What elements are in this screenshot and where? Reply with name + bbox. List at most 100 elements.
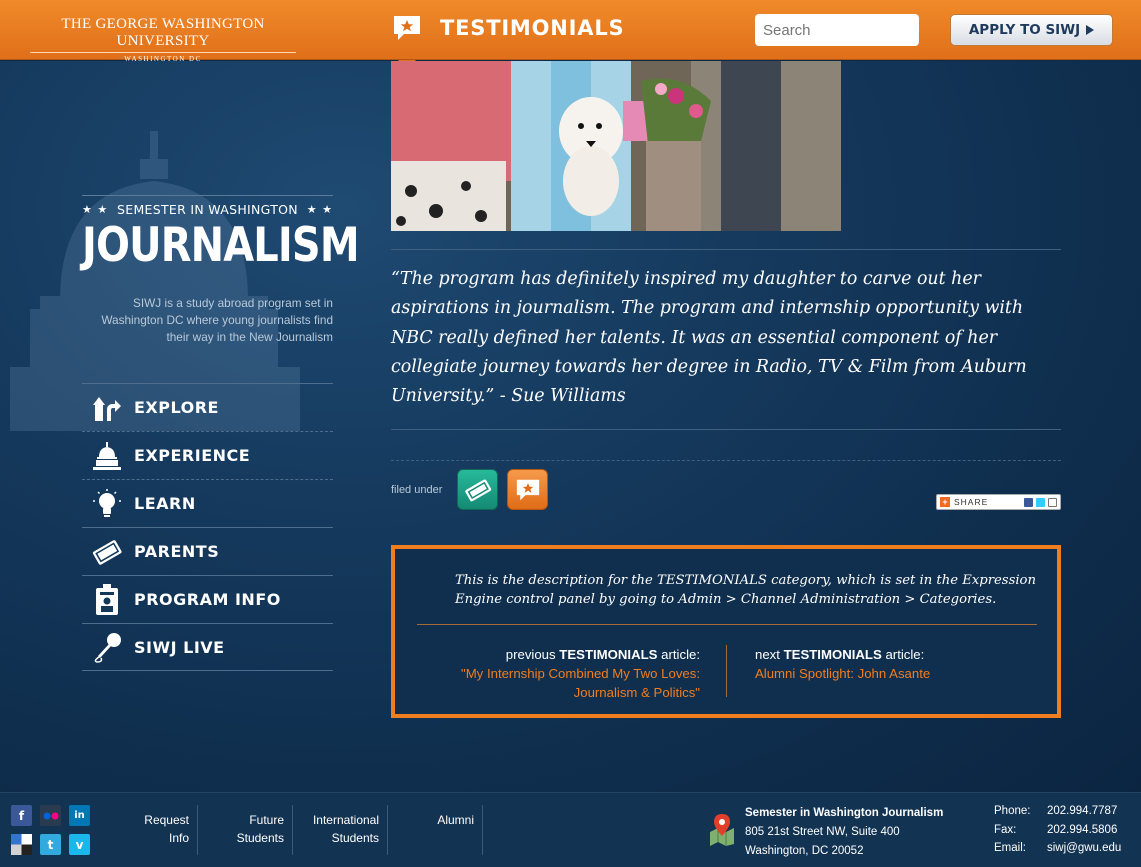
divider <box>82 195 333 196</box>
nav-label: PARENTS <box>134 542 220 561</box>
footer-link-line: International <box>312 813 379 827</box>
sidebar-branding: ★ ★ SEMESTER IN WASHINGTON ★ ★ JOURNALIS… <box>82 195 360 346</box>
linkedin-icon[interactable]: in <box>69 805 90 826</box>
nav-item-experience[interactable]: EXPERIENCE <box>82 431 333 479</box>
next-article-link[interactable]: Alumni Spotlight: John Asante <box>755 664 1025 683</box>
nav-label: LEARN <box>134 494 196 513</box>
next-suffix: article: <box>885 647 925 662</box>
apply-button[interactable]: APPLY TO SIWJ <box>950 14 1113 46</box>
program-tagline: SIWJ is a study abroad program set in Wa… <box>101 296 333 344</box>
previous-article: previous TESTIMONIALS article: "My Inter… <box>425 645 700 702</box>
footer: f in t v Request Info Future Students In… <box>0 792 1141 867</box>
facebook-icon <box>1024 497 1033 507</box>
footer-link-alumni[interactable]: Alumni <box>388 805 483 855</box>
footer-link-line: Students <box>236 831 284 845</box>
footer-link-line: Students <box>331 831 379 845</box>
explore-arrows-icon <box>90 391 124 425</box>
footer-link-line: Info <box>168 831 189 845</box>
footer-link-request-info[interactable]: Request Info <box>110 805 198 855</box>
stars-left-icon: ★ ★ <box>82 203 109 216</box>
share-services <box>1024 497 1057 507</box>
search-input[interactable] <box>755 14 919 46</box>
prev-category: TESTIMONIALS <box>559 647 658 662</box>
program-title[interactable]: JOURNALISM <box>82 219 360 273</box>
footer-link-line: Request <box>144 813 189 827</box>
microphone-icon <box>90 630 124 664</box>
social-links: f in t v <box>11 805 90 855</box>
divider <box>391 460 1061 461</box>
fax-value: 202.994.5806 <box>1047 823 1118 836</box>
footer-link-international-students[interactable]: International Students <box>293 805 388 855</box>
ticket-icon <box>90 535 124 569</box>
stars-right-icon: ★ ★ <box>306 203 333 216</box>
next-article-label: next TESTIMONIALS article: <box>755 645 1025 664</box>
prev-prefix: previous <box>505 647 556 662</box>
category-testimonials-icon[interactable] <box>507 469 548 510</box>
footer-link-line: Future <box>249 813 284 827</box>
contact-fax-row: Fax: 202.994.5806 <box>994 821 1121 840</box>
university-logo[interactable]: THE GEORGE WASHINGTON UNIVERSITY WASHING… <box>30 16 296 63</box>
testimonial-quote: “The program has definitely inspired my … <box>391 269 1027 407</box>
filed-under-label: filed under <box>391 484 443 496</box>
top-bar: THE GEORGE WASHINGTON UNIVERSITY WASHING… <box>0 0 1141 63</box>
phone-label: Phone: <box>994 805 1031 817</box>
nav-label: EXPERIENCE <box>134 446 251 465</box>
sidebar-nav: EXPLORE EXPERIENCE LEARN PARENTS PROGRAM… <box>82 383 333 671</box>
previous-article-label: previous TESTIMONIALS article: <box>425 645 700 664</box>
address-line-1: 805 21st Street NW, Suite 400 <box>745 826 900 838</box>
next-article: next TESTIMONIALS article: Alumni Spotli… <box>755 645 1025 683</box>
twitter-icon[interactable]: t <box>40 834 61 855</box>
organization-name: Semester in Washington Journalism <box>745 807 944 819</box>
contact-phone-row: Phone: 202.994.7787 <box>994 802 1121 821</box>
footer-contact: Phone: 202.994.7787 Fax: 202.994.5806 Emai… <box>994 802 1121 858</box>
divider <box>417 624 1037 625</box>
press-badge-icon <box>90 583 124 617</box>
divider <box>391 249 1061 250</box>
nav-item-siwj-live[interactable]: SIWJ LIVE <box>82 623 333 671</box>
flickr-icon[interactable] <box>40 805 61 826</box>
nav-label: PROGRAM INFO <box>134 590 281 609</box>
divider <box>391 429 1061 430</box>
nav-item-explore[interactable]: EXPLORE <box>82 383 333 431</box>
nav-label: SIWJ LIVE <box>134 637 225 657</box>
previous-article-link[interactable]: "My Internship Combined My Two Loves: Jo… <box>425 664 700 702</box>
prev-suffix: article: <box>661 647 700 662</box>
email-link[interactable]: siwj@gwu.edu <box>1047 839 1121 858</box>
apply-button-label: APPLY TO SIWJ <box>968 22 1081 38</box>
program-line-text: SEMESTER IN WASHINGTON <box>117 202 298 217</box>
nav-item-learn[interactable]: LEARN <box>82 479 333 527</box>
university-name: THE GEORGE WASHINGTON UNIVERSITY <box>30 16 296 53</box>
delicious-icon[interactable] <box>11 834 32 855</box>
nav-item-parents[interactable]: PARENTS <box>82 527 333 575</box>
category-parents-icon[interactable] <box>457 469 498 510</box>
category-header: TESTIMONIALS <box>392 14 624 42</box>
program-line: ★ ★ SEMESTER IN WASHINGTON ★ ★ <box>82 202 333 217</box>
footer-links: Request Info Future Students Internation… <box>110 805 483 855</box>
category-description-box: This is the description for the TESTIMON… <box>391 545 1061 718</box>
nav-label: EXPLORE <box>134 398 219 417</box>
twitter-icon <box>1036 497 1045 507</box>
capitol-icon <box>90 439 124 473</box>
share-label: SHARE <box>954 497 989 507</box>
search-box: GO <box>755 14 919 46</box>
category-description: This is the description for the TESTIMON… <box>455 573 1036 607</box>
footer-link-line: Alumni <box>437 813 474 827</box>
facebook-icon[interactable]: f <box>11 805 32 826</box>
testimonial-photo <box>391 61 841 231</box>
email-label: Email: <box>994 842 1026 854</box>
vimeo-icon[interactable]: v <box>69 834 90 855</box>
fax-label: Fax: <box>994 823 1017 836</box>
divider <box>726 645 727 697</box>
footer-link-future-students[interactable]: Future Students <box>198 805 293 855</box>
addthis-plus-icon: + <box>940 497 950 507</box>
email-icon <box>1048 497 1057 507</box>
address-line-2: Washington, DC 20052 <box>745 845 864 857</box>
play-arrow-icon <box>1086 25 1095 35</box>
footer-address: Semester in Washington Journalism 805 21… <box>745 804 943 861</box>
share-button[interactable]: + SHARE <box>936 494 1061 510</box>
nav-item-program-info[interactable]: PROGRAM INFO <box>82 575 333 623</box>
lightbulb-icon <box>90 487 124 521</box>
category-title: TESTIMONIALS <box>440 16 625 40</box>
phone-value: 202.994.7787 <box>1047 805 1118 817</box>
map-pin-icon <box>710 814 734 846</box>
